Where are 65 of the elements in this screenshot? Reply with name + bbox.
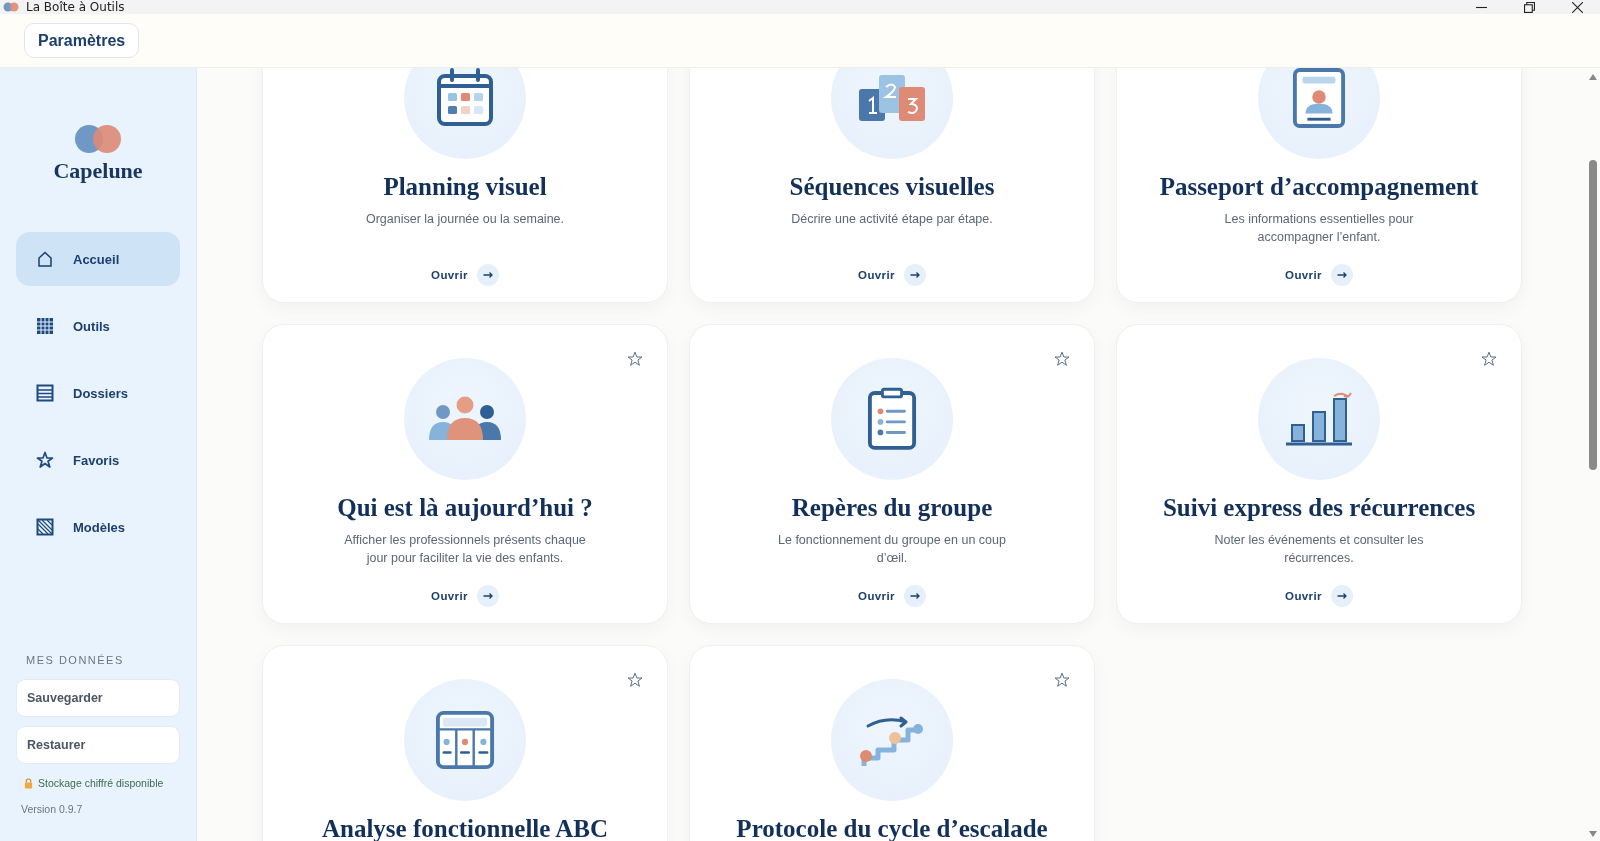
lock-icon <box>24 777 33 789</box>
arrow-right-icon <box>476 264 499 286</box>
card-title: Suivi express des récurrences <box>1162 494 1476 522</box>
favorite-star-icon[interactable] <box>1054 351 1070 367</box>
arrow-right-icon <box>903 264 926 286</box>
arrow-right-icon <box>903 585 926 607</box>
close-icon[interactable] <box>1572 1 1583 13</box>
favorite-star-icon[interactable] <box>627 351 643 367</box>
open-button[interactable]: Ouvrir <box>431 585 499 607</box>
scroll-up-icon[interactable] <box>1589 74 1597 80</box>
open-button[interactable]: Ouvrir <box>858 585 926 607</box>
nav-item[interactable]: Modèles <box>16 500 180 554</box>
favorite-star-icon[interactable] <box>1481 351 1497 367</box>
card-title: Qui est là aujourd’hui ? <box>337 494 593 522</box>
favorite-star-icon[interactable] <box>1054 672 1070 688</box>
scrollbar-thumb[interactable] <box>1589 160 1597 470</box>
card-title: Passeport d’accompagnement <box>1159 173 1479 201</box>
open-button[interactable]: Ouvrir <box>431 264 499 286</box>
open-button[interactable]: Ouvrir <box>858 264 926 286</box>
window-title: La Boîte à Outils <box>26 0 125 14</box>
home-icon <box>36 250 54 268</box>
version-label: Version 0.9.7 <box>21 803 84 815</box>
numbered-cards-icon <box>857 73 927 123</box>
bar-chart-icon <box>1284 391 1354 447</box>
card-description: Noter les événements et consulter les récurrences. <box>1213 532 1425 567</box>
table-icon <box>435 710 495 770</box>
tool-card[interactable]: Passeport d’accompagnement Les informations essentielles pour accompagner l’enfant. Ouvrir <box>1116 68 1522 303</box>
card-description: Décrire une activité étape par étape. <box>791 211 993 228</box>
data-button[interactable]: Sauvegarder <box>16 679 180 717</box>
open-button[interactable]: Ouvrir <box>1285 585 1353 607</box>
data-button[interactable]: Restaurer <box>16 726 180 764</box>
clipboard-checklist-icon <box>867 387 917 451</box>
favorite-star-icon[interactable] <box>627 672 643 688</box>
card-description: Organiser la journée ou la semaine. <box>366 211 564 228</box>
card-description: Afficher les professionnels présents chaque jour pour faciliter la vie des enfants. <box>343 532 587 567</box>
tool-card[interactable]: Qui est là aujourd’hui ? Afficher les professionnels présents chaque jour pour faciliter la vie des enfants. Ouvrir <box>262 324 668 624</box>
card-description: Le fonctionnement du groupe en un coup d’œil. <box>777 532 1007 567</box>
card-title: Repères du groupe <box>791 494 993 522</box>
storage-status: Stockage chiffré disponible <box>38 777 164 789</box>
tool-card[interactable]: Séquences visuelles Décrire une activité étape par étape. Ouvrir <box>689 68 1095 303</box>
card-title: Séquences visuelles <box>789 173 995 201</box>
brand-name: Capelune <box>53 158 143 184</box>
grid-icon <box>36 317 54 335</box>
restore-icon[interactable] <box>1524 1 1535 13</box>
list-icon <box>36 384 54 402</box>
settings-button[interactable]: Paramètres <box>24 23 140 58</box>
arrow-right-icon <box>476 585 499 607</box>
nav-item[interactable]: Dossiers <box>16 366 180 420</box>
app-logo-icon <box>3 2 19 12</box>
brand-logo-icon <box>74 124 122 154</box>
section-heading: MES DONNÉES <box>26 654 125 666</box>
tool-card[interactable]: Planning visuel Organiser la journée ou la semaine. Ouvrir <box>262 68 668 303</box>
nav-item[interactable]: Accueil <box>16 232 180 286</box>
tool-card[interactable]: Suivi express des récurrences Noter les événements et consulter les récurrences. Ouvrir <box>1116 324 1522 624</box>
nav-item[interactable]: Outils <box>16 299 180 353</box>
scroll-down-icon[interactable] <box>1589 831 1597 837</box>
tool-card[interactable]: Repères du groupe Le fonctionnement du groupe en un coup d’œil. Ouvrir <box>689 324 1095 624</box>
card-title: Planning visuel <box>383 173 547 201</box>
card-description: Les informations essentielles pour accompagner l’enfant. <box>1223 211 1415 246</box>
nav-item[interactable]: Favoris <box>16 433 180 487</box>
star-icon <box>36 451 54 469</box>
arrow-right-icon <box>1330 264 1353 286</box>
hatched-square-icon <box>36 518 54 536</box>
open-button[interactable]: Ouvrir <box>1285 264 1353 286</box>
arrow-right-icon <box>1330 585 1353 607</box>
